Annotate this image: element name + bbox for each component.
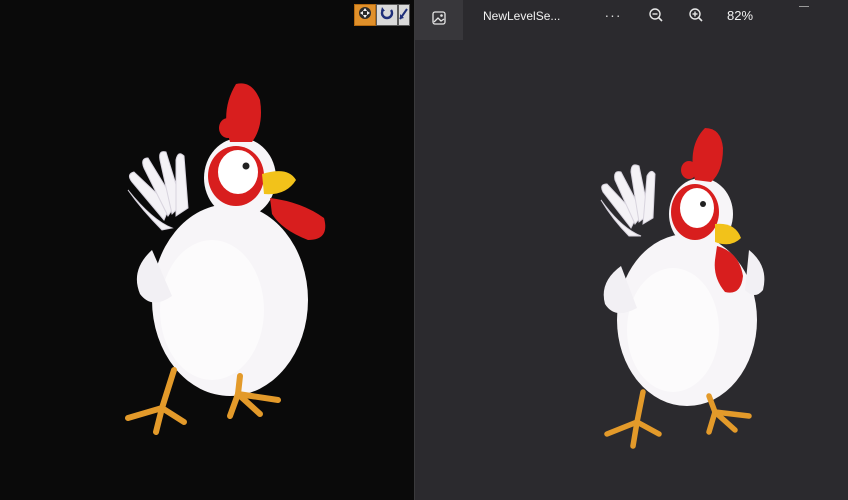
file-name: NewLevelSe... [483,9,561,23]
zoom-out-button[interactable] [645,6,667,28]
app-window: NewLevelSe... ··· 82% [0,0,848,500]
zoom-level: 82% [727,8,754,23]
zoom-in-icon [688,7,704,28]
gallery-button[interactable] [415,0,463,40]
transform-toolbar [354,4,410,26]
zoom-in-button[interactable] [685,6,707,28]
move-icon [357,5,373,26]
image-viewer: NewLevelSe... ··· 82% [415,0,848,500]
image-icon [431,10,447,31]
scene-viewport[interactable] [0,0,414,500]
scale-icon [399,5,409,26]
rotate-tool-button[interactable] [376,4,398,26]
zoom-out-icon [648,7,664,28]
scale-tool-button[interactable] [398,4,410,26]
chicken-model-viewport [125,83,326,435]
chicken-image-preview [600,128,765,449]
rotate-icon [379,5,395,26]
more-options-button[interactable]: ··· [601,8,625,26]
move-tool-button[interactable] [354,4,376,26]
minimize-button[interactable] [799,6,809,7]
viewer-titlebar: NewLevelSe... ··· 82% [415,0,848,40]
